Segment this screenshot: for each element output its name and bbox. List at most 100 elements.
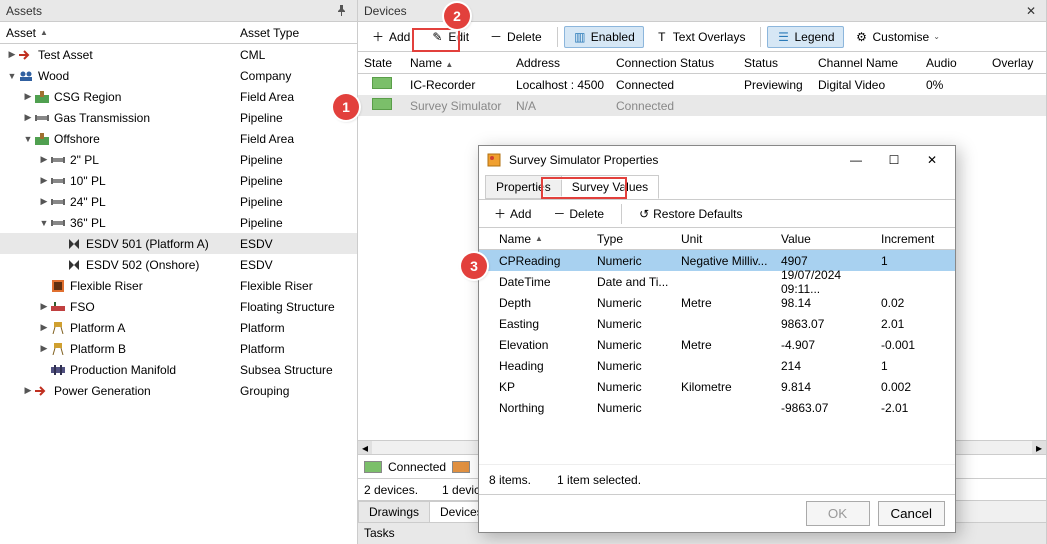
customise-button[interactable]: ⚙Customise ⌄ bbox=[846, 26, 949, 48]
tree-toggle[interactable]: ▼ bbox=[22, 134, 34, 144]
chevron-down-icon: ⌄ bbox=[933, 32, 940, 41]
asset-row[interactable]: ▶FSOFloating Structure bbox=[0, 296, 357, 317]
asset-tree[interactable]: ▶Test AssetCML▼WoodCompany▶CSG RegionFie… bbox=[0, 44, 357, 544]
asset-row[interactable]: ▶Test AssetCML bbox=[0, 44, 357, 65]
tree-toggle[interactable]: ▶ bbox=[22, 385, 34, 396]
text-overlays-button[interactable]: TText Overlays bbox=[646, 26, 755, 48]
pin-icon[interactable] bbox=[332, 5, 351, 16]
maximize-button[interactable]: ☐ bbox=[879, 149, 909, 171]
tree-toggle[interactable]: ▼ bbox=[6, 71, 18, 81]
tree-toggle[interactable]: ▶ bbox=[38, 301, 50, 312]
ok-button[interactable]: OK bbox=[806, 501, 870, 526]
survey-value-row[interactable]: HeadingNumeric2141 bbox=[479, 355, 955, 376]
dialog-status-bar: 8 items. 1 item selected. bbox=[479, 464, 955, 494]
survey-value-row[interactable]: EastingNumeric9863.072.01 bbox=[479, 313, 955, 334]
col-connection[interactable]: Connection Status bbox=[616, 56, 744, 70]
minimize-button[interactable]: ― bbox=[841, 149, 871, 171]
col-status[interactable]: Status bbox=[744, 56, 818, 70]
asset-label: 2" PL bbox=[70, 153, 99, 167]
dlg-col-name[interactable]: Name ▲ bbox=[479, 232, 597, 246]
gear-icon: ⚙ bbox=[855, 30, 869, 44]
tree-toggle[interactable]: ▶ bbox=[22, 112, 34, 123]
asset-label: Offshore bbox=[54, 132, 100, 146]
sv-name: DateTime bbox=[479, 275, 597, 289]
enabled-button[interactable]: ▥Enabled bbox=[564, 26, 644, 48]
dlg-col-increment[interactable]: Increment bbox=[881, 232, 955, 246]
scroll-left-icon[interactable]: ◂ bbox=[358, 441, 372, 454]
asset-row[interactable]: ▶2" PLPipeline bbox=[0, 149, 357, 170]
add-button[interactable]: ＋Add bbox=[362, 26, 419, 48]
tree-toggle[interactable]: ▶ bbox=[38, 343, 50, 354]
tree-toggle[interactable]: ▶ bbox=[6, 49, 18, 60]
survey-value-row[interactable]: DateTimeDate and Ti...19/07/2024 09:11..… bbox=[479, 271, 955, 292]
col-name-label: Name bbox=[410, 56, 442, 70]
close-icon[interactable]: ✕ bbox=[1022, 4, 1040, 18]
asset-icon bbox=[50, 320, 66, 336]
column-asset[interactable]: Asset ▲ bbox=[0, 26, 238, 40]
asset-row[interactable]: ▶Gas TransmissionPipeline bbox=[0, 107, 357, 128]
device-row[interactable]: Survey SimulatorN/AConnected bbox=[358, 95, 1046, 116]
column-asset-type[interactable]: Asset Type bbox=[238, 26, 357, 40]
dlg-col-value[interactable]: Value bbox=[781, 232, 881, 246]
asset-type: Platform bbox=[238, 321, 357, 335]
asset-row[interactable]: ▶24" PLPipeline bbox=[0, 191, 357, 212]
delete-button[interactable]: －Delete bbox=[480, 26, 551, 48]
survey-value-row[interactable]: DepthNumericMetre98.140.02 bbox=[479, 292, 955, 313]
col-overlay[interactable]: Overlay bbox=[992, 56, 1046, 70]
tree-toggle[interactable]: ▶ bbox=[22, 91, 34, 102]
tree-toggle[interactable]: ▶ bbox=[38, 154, 50, 165]
tab-drawings[interactable]: Drawings bbox=[358, 501, 430, 522]
sort-asc-icon: ▲ bbox=[40, 28, 48, 37]
asset-row[interactable]: ▼WoodCompany bbox=[0, 65, 357, 86]
asset-row[interactable]: ▶Power GenerationGrouping bbox=[0, 380, 357, 401]
asset-icon bbox=[50, 341, 66, 357]
asset-row[interactable]: ESDV 502 (Onshore)ESDV bbox=[0, 254, 357, 275]
asset-type: ESDV bbox=[238, 258, 357, 272]
dlg-delete-label: Delete bbox=[569, 207, 604, 221]
survey-value-row[interactable]: CPReadingNumericNegative Milliv...49071 bbox=[479, 250, 955, 271]
tree-toggle[interactable]: ▶ bbox=[38, 322, 50, 333]
dlg-delete-button[interactable]: －Delete bbox=[544, 201, 613, 226]
dialog-titlebar[interactable]: Survey Simulator Properties ― ☐ ✕ bbox=[479, 146, 955, 174]
asset-row[interactable]: ▼ Offshore Field Area bbox=[0, 128, 357, 149]
survey-value-row[interactable]: ElevationNumericMetre-4.907-0.001 bbox=[479, 334, 955, 355]
col-audio[interactable]: Audio bbox=[926, 56, 992, 70]
survey-value-row[interactable]: KPNumericKilometre9.8140.002 bbox=[479, 376, 955, 397]
asset-row[interactable]: ▶Platform BPlatform bbox=[0, 338, 357, 359]
close-button[interactable]: ✕ bbox=[917, 149, 947, 171]
cancel-button[interactable]: Cancel bbox=[878, 501, 946, 526]
legend-swatch-other bbox=[452, 461, 470, 473]
tree-toggle[interactable]: ▶ bbox=[38, 175, 50, 186]
scroll-right-icon[interactable]: ▸ bbox=[1032, 441, 1046, 454]
device-row[interactable]: IC-RecorderLocalhost : 4500ConnectedPrev… bbox=[358, 74, 1046, 95]
sv-increment: 1 bbox=[881, 359, 955, 373]
add-label: Add bbox=[389, 30, 410, 44]
sv-type: Numeric bbox=[597, 380, 681, 394]
asset-row[interactable]: ▼36" PLPipeline bbox=[0, 212, 357, 233]
asset-row[interactable]: ▶CSG RegionField Area bbox=[0, 86, 357, 107]
col-state[interactable]: State bbox=[358, 56, 410, 70]
survey-value-row[interactable]: NorthingNumeric-9863.07-2.01 bbox=[479, 397, 955, 418]
sv-increment: 0.02 bbox=[881, 296, 955, 310]
asset-type: Field Area bbox=[238, 132, 357, 146]
dialog-grid[interactable]: CPReadingNumericNegative Milliv...49071D… bbox=[479, 250, 955, 464]
dlg-col-type[interactable]: Type bbox=[597, 232, 681, 246]
tree-toggle[interactable]: ▶ bbox=[38, 196, 50, 207]
dlg-restore-button[interactable]: ↺ Restore Defaults bbox=[630, 203, 751, 225]
asset-row[interactable]: Flexible RiserFlexible Riser bbox=[0, 275, 357, 296]
dlg-add-button[interactable]: ＋Add bbox=[485, 201, 540, 226]
legend-button[interactable]: ☰Legend bbox=[767, 26, 843, 48]
col-channel[interactable]: Channel Name bbox=[818, 56, 926, 70]
dlg-col-unit[interactable]: Unit bbox=[681, 232, 781, 246]
asset-row[interactable]: Production ManifoldSubsea Structure bbox=[0, 359, 357, 380]
asset-label: 10" PL bbox=[70, 174, 106, 188]
col-name[interactable]: Name ▲ bbox=[410, 56, 516, 70]
asset-row[interactable]: ESDV 501 (Platform A)ESDV bbox=[0, 233, 357, 254]
tree-toggle[interactable]: ▼ bbox=[38, 218, 50, 228]
asset-row[interactable]: ▶10" PLPipeline bbox=[0, 170, 357, 191]
callout-box-edit bbox=[412, 28, 460, 52]
toolbar-separator bbox=[760, 27, 761, 47]
asset-row[interactable]: ▶Platform APlatform bbox=[0, 317, 357, 338]
col-address[interactable]: Address bbox=[516, 56, 616, 70]
asset-icon bbox=[66, 257, 82, 273]
